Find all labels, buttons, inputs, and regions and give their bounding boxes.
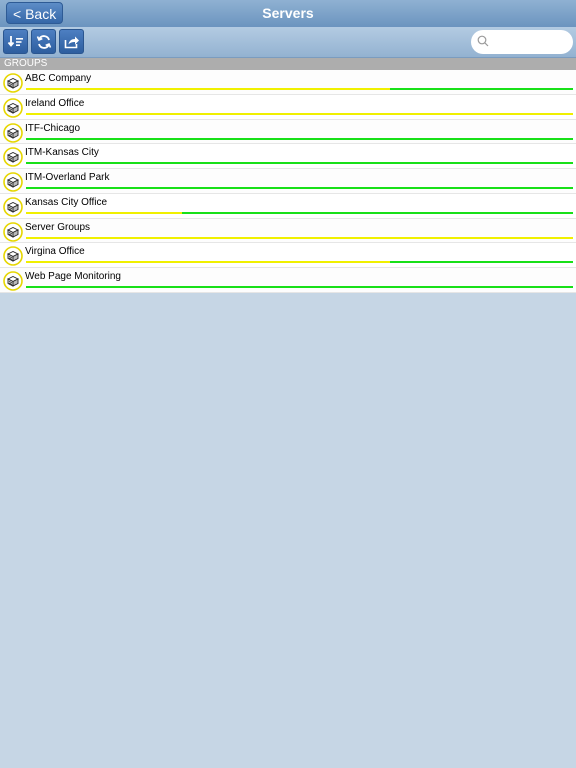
search-icon [477, 35, 489, 47]
group-row[interactable]: ITM-Overland Park [0, 169, 576, 194]
group-row[interactable]: Ireland Office [0, 94, 576, 120]
group-row[interactable]: Kansas City Office [0, 193, 576, 219]
toolbar [0, 27, 576, 58]
status-bar [26, 236, 573, 239]
group-row[interactable]: ITM-Kansas City [0, 144, 576, 169]
status-bar-warning [26, 261, 390, 264]
group-name: Virgina Office [25, 246, 85, 258]
nav-bar: < Back Servers [0, 0, 576, 28]
page-title: Servers [262, 5, 314, 21]
status-bar-warning [26, 236, 573, 239]
status-bar-ok [26, 137, 573, 140]
server-group-icon [3, 172, 23, 192]
refresh-button[interactable] [31, 29, 56, 54]
group-row[interactable]: Web Page Monitoring [0, 268, 576, 293]
group-row[interactable]: ITF-Chicago [0, 119, 576, 145]
server-group-icon [3, 196, 23, 217]
group-name: Server Groups [25, 221, 91, 233]
server-group-icon [3, 122, 23, 143]
group-row[interactable]: Virgina Office [0, 243, 576, 268]
group-name: ITM-Overland Park [25, 172, 110, 183]
sort-button[interactable] [3, 29, 28, 54]
status-bar-ok [26, 162, 573, 165]
server-group-icon [3, 147, 23, 168]
status-bar [26, 187, 573, 189]
groups-list: ABC Company Ireland Office ITF-Chicago I… [0, 70, 576, 293]
share-icon [64, 36, 79, 49]
groups-section-header: GROUPS [0, 58, 576, 70]
back-button[interactable]: < Back [6, 2, 64, 24]
group-row[interactable]: Server Groups [0, 218, 576, 244]
status-bar [26, 88, 573, 90]
status-bar-warning [26, 88, 390, 90]
server-group-icon [3, 271, 23, 291]
group-row[interactable]: ABC Company [0, 70, 576, 95]
status-bar-ok [26, 286, 573, 288]
status-bar [26, 112, 573, 115]
refresh-icon [36, 35, 52, 49]
server-group-icon [3, 246, 23, 267]
status-bar-warning [26, 112, 573, 115]
share-button[interactable] [59, 29, 84, 54]
group-name: ITF-Chicago [25, 122, 81, 134]
status-bar-warning [26, 211, 182, 214]
status-bar-ok [181, 211, 573, 214]
search-input[interactable] [493, 33, 571, 53]
server-group-icon [3, 73, 23, 93]
status-bar [26, 137, 573, 140]
group-name: Kansas City Office [25, 196, 108, 208]
status-bar [26, 211, 573, 214]
group-name: Web Page Monitoring [25, 271, 121, 282]
status-bar-ok [389, 261, 573, 264]
server-group-icon [3, 97, 23, 118]
server-group-icon [3, 221, 23, 242]
group-name: Ireland Office [25, 97, 85, 109]
status-bar [26, 286, 573, 288]
sort-icon [7, 36, 23, 47]
group-name: ITM-Kansas City [25, 147, 99, 159]
status-bar-ok [26, 187, 573, 189]
group-name: ABC Company [25, 73, 92, 84]
status-bar-ok [389, 88, 573, 90]
status-bar [26, 162, 573, 165]
status-bar [26, 261, 573, 264]
